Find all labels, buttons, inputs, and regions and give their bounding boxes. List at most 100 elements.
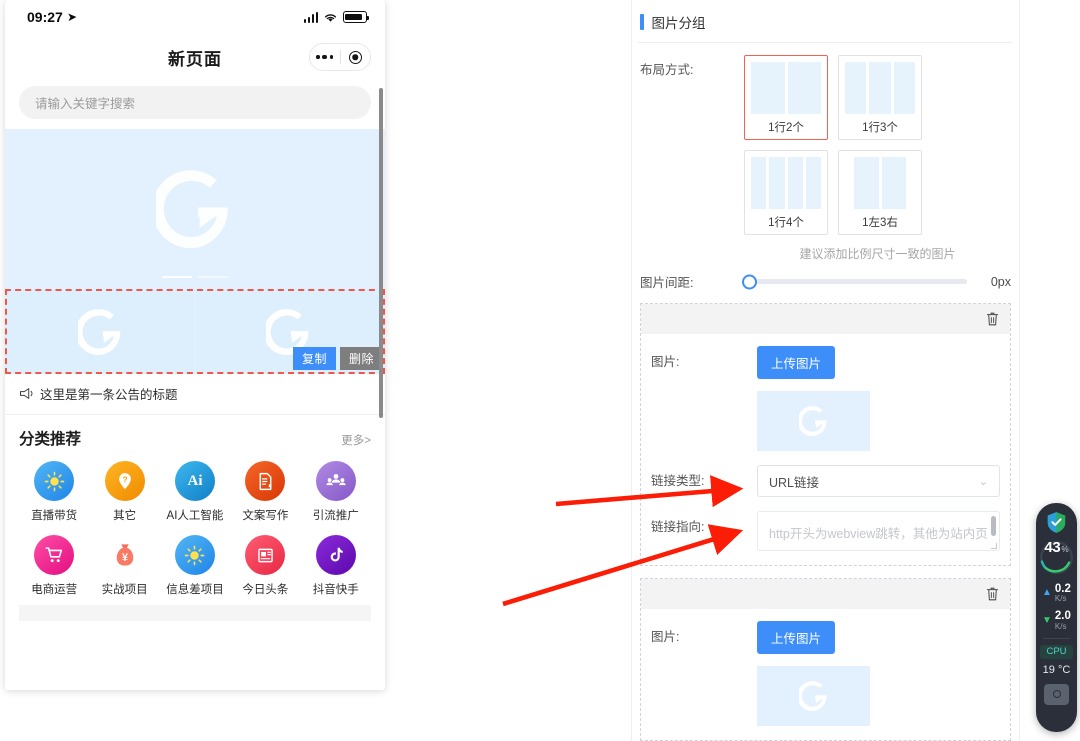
- sun-icon: [34, 461, 75, 501]
- category-item[interactable]: 电商运营: [19, 535, 89, 597]
- phone-scrollbar[interactable]: [379, 88, 383, 418]
- category-label: 电商运营: [31, 584, 78, 596]
- card-body: 图片: 上传图片 链接类型: URL链接 ⌄ 链接指向: http开头为webv…: [641, 334, 1010, 565]
- category-item[interactable]: ¥ 实战项目: [89, 535, 159, 597]
- category-label: 直播带货: [31, 510, 78, 522]
- image-item-card: 图片: 上传图片: [640, 578, 1011, 741]
- camera-icon: [1052, 690, 1061, 699]
- layout-option-1row2[interactable]: 1行2个: [744, 55, 828, 140]
- layout-caption: 1行2个: [768, 122, 804, 134]
- layout-option-1row3[interactable]: 1行3个: [838, 55, 922, 140]
- selected-image-group[interactable]: 复制 删除: [5, 289, 385, 374]
- trash-icon[interactable]: [985, 311, 1000, 327]
- wechat-capsule[interactable]: [309, 43, 371, 71]
- layout-label: 布局方式:: [640, 63, 694, 77]
- page-title: 新页面: [168, 49, 222, 69]
- layout-preview: [751, 62, 821, 114]
- svg-text:?: ?: [122, 475, 127, 484]
- sun-icon: [174, 535, 215, 575]
- memory-gauge[interactable]: 43 %: [1038, 539, 1075, 576]
- layout-row: 布局方式: 1行2个 1行3个 1行4个 1左3右 建议添加比例尺寸一致的图片: [632, 43, 1019, 262]
- carousel-indicator: [162, 275, 228, 278]
- search-input[interactable]: 请输入关键字搜索: [19, 86, 371, 119]
- category-item[interactable]: 信息差项目: [160, 535, 230, 597]
- image-preview[interactable]: [757, 391, 870, 451]
- layout-hint: 建议添加比例尺寸一致的图片: [799, 247, 956, 261]
- spacing-row: 图片间距: 0px: [632, 262, 1019, 291]
- category-more-link[interactable]: 更多>: [341, 432, 371, 448]
- resize-grip-icon[interactable]: [991, 543, 997, 549]
- category-item[interactable]: 抖音快手: [301, 535, 371, 597]
- copy-button[interactable]: 复制: [292, 347, 336, 370]
- category-section: 分类推荐 更多> 直播带货 ? 其它 Ai AI人工智能 文案写作 引流推广 电…: [5, 415, 385, 639]
- category-label: 信息差项目: [166, 584, 224, 596]
- image-field: 上传图片: [757, 346, 1000, 451]
- svg-text:¥: ¥: [122, 552, 128, 564]
- panel-header: 图片分组: [632, 0, 1019, 42]
- image-field: 上传图片: [757, 621, 1000, 726]
- megaphone-icon: [20, 388, 33, 399]
- gauge-value: 43: [1044, 539, 1061, 556]
- spacing-value: 0px: [990, 274, 1011, 289]
- card-header: [641, 579, 1010, 609]
- wifi-icon: [324, 13, 337, 22]
- image-label: 图片:: [651, 630, 680, 644]
- category-item[interactable]: 直播带货: [19, 461, 89, 523]
- g-logo-icon: [156, 170, 228, 248]
- app-root: 09:27 ➤ 新页面 请输入关键字搜索 复制 删除 这里是第一条公告的标题 分…: [0, 0, 1080, 741]
- g-logo-icon: [798, 681, 827, 711]
- layout-caption: 1行3个: [862, 122, 898, 134]
- category-item[interactable]: ? 其它: [89, 461, 159, 523]
- image-row: 图片: 上传图片: [641, 346, 1010, 451]
- link-target-row: 链接指向: http开头为webview跳转，其他为站内页: [641, 511, 1010, 551]
- link-type-label: 链接类型:: [651, 474, 705, 488]
- status-right: [303, 11, 370, 23]
- close-miniprogram-button[interactable]: [341, 50, 371, 64]
- link-target-field: http开头为webview跳转，其他为站内页: [757, 511, 1000, 551]
- category-item[interactable]: 今日头条: [230, 535, 300, 597]
- layout-caption: 1行4个: [768, 217, 804, 229]
- category-item[interactable]: 引流推广: [301, 461, 371, 523]
- link-target-placeholder: http开头为webview跳转，其他为站内页: [769, 527, 988, 541]
- panel-right-border: [1019, 0, 1020, 741]
- settings-panel: 图片分组 布局方式: 1行2个 1行3个 1行4个 1左3右 建议添加比例尺寸一…: [632, 0, 1019, 741]
- phone-nav-bar: 新页面: [5, 34, 385, 80]
- link-target-input[interactable]: http开头为webview跳转，其他为站内页: [757, 511, 1000, 551]
- upload-image-button[interactable]: 上传图片: [757, 621, 836, 654]
- selection-actions: 复制 删除: [292, 347, 383, 370]
- upload-image-button[interactable]: 上传图片: [757, 346, 836, 379]
- category-label: 引流推广: [312, 510, 359, 522]
- more-menu-button[interactable]: [310, 54, 340, 60]
- ellipsis-icon: [316, 54, 334, 60]
- category-item[interactable]: Ai AI人工智能: [160, 461, 230, 523]
- shopping-cart-icon: [34, 535, 75, 575]
- gauge-unit: %: [1061, 545, 1069, 554]
- banner-image-placeholder[interactable]: [5, 129, 385, 289]
- tiktok-note-icon: [315, 535, 356, 575]
- spacing-slider[interactable]: [742, 274, 967, 289]
- layout-option-1row4[interactable]: 1行4个: [744, 150, 828, 235]
- category-item[interactable]: 文案写作: [230, 461, 300, 523]
- image-preview[interactable]: [757, 666, 870, 726]
- group-cell-1[interactable]: [7, 291, 195, 372]
- slider-handle[interactable]: [742, 274, 757, 289]
- download-unit: K/s: [1054, 621, 1067, 631]
- layout-preview: [845, 157, 915, 209]
- g-logo-icon: [798, 406, 827, 436]
- layout-thumbs: 1行2个 1行3个 1行4个 1左3右: [744, 55, 1011, 235]
- screenshot-button[interactable]: [1044, 683, 1069, 705]
- shield-check-icon[interactable]: [1046, 511, 1067, 534]
- trash-icon[interactable]: [985, 586, 1000, 602]
- link-target-label: 链接指向:: [651, 520, 705, 534]
- upload-speed: 0.2 K/s: [1055, 583, 1071, 603]
- layout-option-1left3right[interactable]: 1左3右: [838, 150, 922, 235]
- status-time: 09:27: [27, 9, 63, 25]
- delete-button[interactable]: 删除: [339, 347, 383, 370]
- system-monitor-widget[interactable]: 43 % ▲ 0.2 K/s ▼ 2.0 K/s CPU 19 °C: [1036, 503, 1077, 732]
- battery-icon: [343, 11, 370, 23]
- link-type-select[interactable]: URL链接 ⌄: [757, 465, 1000, 497]
- accent-bar: [640, 14, 644, 30]
- textarea-scrollbar[interactable]: [991, 516, 996, 536]
- notice-bar[interactable]: 这里是第一条公告的标题: [5, 374, 385, 414]
- phone-preview: 09:27 ➤ 新页面 请输入关键字搜索 复制 删除 这里是第一条公告的标题 分…: [5, 0, 385, 690]
